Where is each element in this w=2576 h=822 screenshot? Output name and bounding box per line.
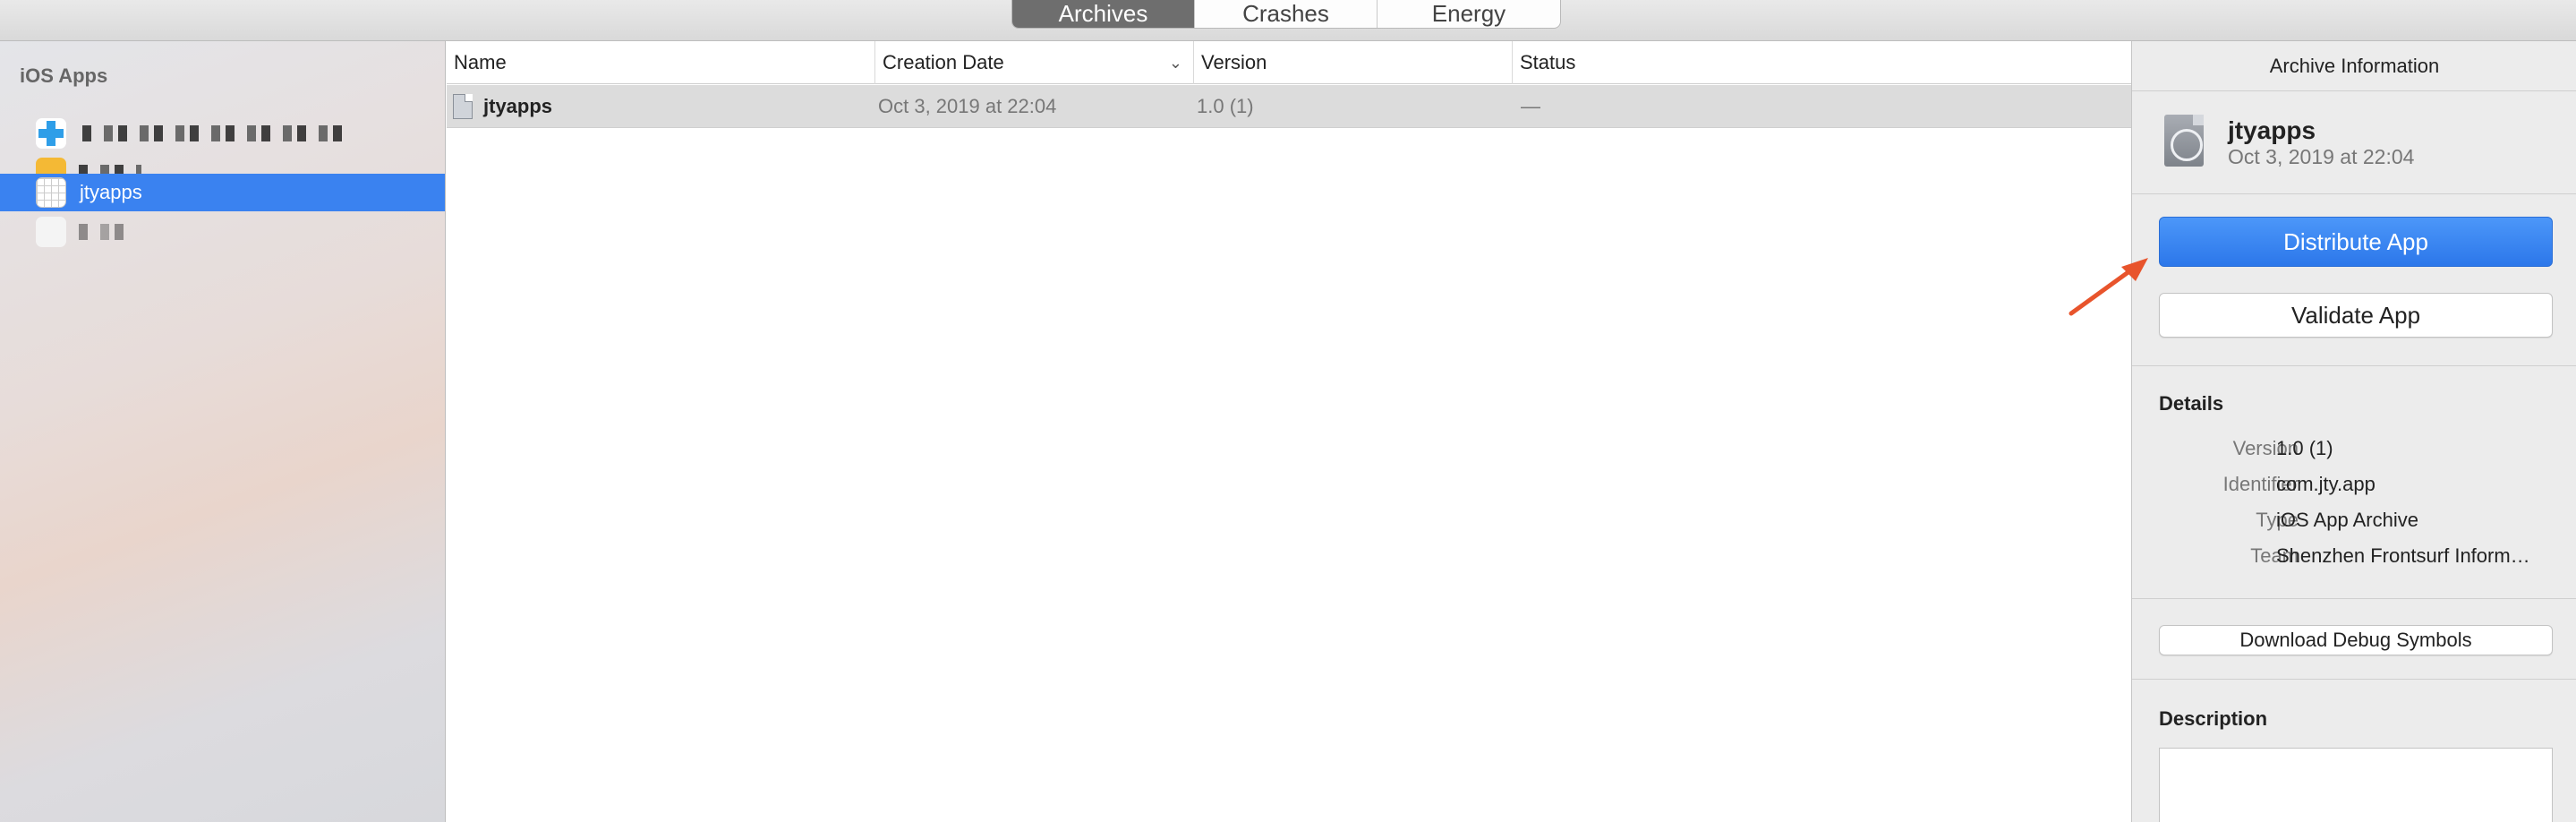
annotation-arrow	[2068, 258, 2148, 316]
table-row[interactable]: jtyapps Oct 3, 2019 at 22:04 1.0 (1) —	[447, 85, 2131, 128]
tab-crashes[interactable]: Crashes	[1195, 0, 1378, 28]
column-header-label: Creation Date	[883, 51, 1004, 73]
toolbar: Archives Crashes Energy	[0, 0, 2576, 41]
detail-value: iOS App Archive	[2276, 509, 2418, 531]
description-heading: Description	[2159, 707, 2268, 730]
validate-app-button[interactable]: Validate App	[2159, 293, 2553, 338]
sidebar-item-app-1[interactable]	[0, 115, 445, 152]
archive-icon	[2164, 115, 2204, 167]
detail-row-identifier: Identifier com.jty.app	[2132, 473, 2576, 501]
archive-file-icon	[453, 94, 473, 119]
row-creation-date: Oct 3, 2019 at 22:04	[878, 95, 1057, 117]
distribute-app-button[interactable]: Distribute App	[2159, 217, 2553, 267]
details-heading: Details	[2159, 392, 2224, 415]
detail-value: 1.0 (1)	[2276, 437, 2333, 459]
sidebar-heading: iOS Apps	[20, 64, 108, 87]
redacted-app-name	[79, 224, 131, 240]
archive-name: jtyapps	[2228, 116, 2316, 144]
archive-date: Oct 3, 2019 at 22:04	[2228, 145, 2415, 168]
divider	[2132, 679, 2576, 680]
column-header-name[interactable]: Name	[447, 41, 874, 84]
detail-value: com.jty.app	[2276, 473, 2376, 495]
table-header: Name Creation Date ⌄ Version Status	[447, 41, 2131, 84]
organizer-tab-control: Archives Crashes Energy	[1011, 0, 1561, 29]
inspector-title: Archive Information	[2132, 41, 2576, 91]
tab-archives[interactable]: Archives	[1012, 0, 1195, 28]
chevron-down-icon: ⌄	[1168, 54, 1182, 72]
description-field[interactable]	[2159, 748, 2553, 822]
detail-value: Shenzhen Frontsurf Inform…	[2276, 544, 2530, 567]
column-header-creation-date[interactable]: Creation Date ⌄	[874, 41, 1193, 84]
column-header-status[interactable]: Status	[1512, 41, 2131, 84]
row-version: 1.0 (1)	[1197, 95, 1254, 117]
download-debug-symbols-button[interactable]: Download Debug Symbols	[2159, 625, 2553, 655]
sidebar-item-app-4[interactable]	[0, 213, 445, 251]
sidebar: iOS Apps jtyapps	[0, 41, 446, 822]
detail-row-version: Version 1.0 (1)	[2132, 437, 2576, 466]
archive-inspector: Archive Information jtyapps Oct 3, 2019 …	[2131, 41, 2576, 822]
divider	[2132, 598, 2576, 599]
divider	[2132, 193, 2576, 194]
divider	[2132, 365, 2576, 366]
sidebar-item-jtyapps[interactable]: jtyapps	[0, 174, 445, 211]
detail-row-team: Team Shenzhen Frontsurf Inform…	[2132, 544, 2576, 573]
grid-app-icon	[36, 177, 66, 208]
white-app-icon	[36, 217, 66, 247]
column-header-version[interactable]: Version	[1193, 41, 1512, 84]
archives-table: Name Creation Date ⌄ Version Status jtya…	[447, 41, 2131, 822]
sidebar-item-label: jtyapps	[80, 181, 142, 203]
redacted-app-name	[82, 125, 351, 141]
blue-cross-app-icon	[36, 118, 66, 149]
row-name: jtyapps	[483, 95, 553, 117]
tab-energy[interactable]: Energy	[1378, 0, 1560, 28]
row-status: —	[1521, 95, 1540, 117]
detail-row-type: Type iOS App Archive	[2132, 509, 2576, 537]
